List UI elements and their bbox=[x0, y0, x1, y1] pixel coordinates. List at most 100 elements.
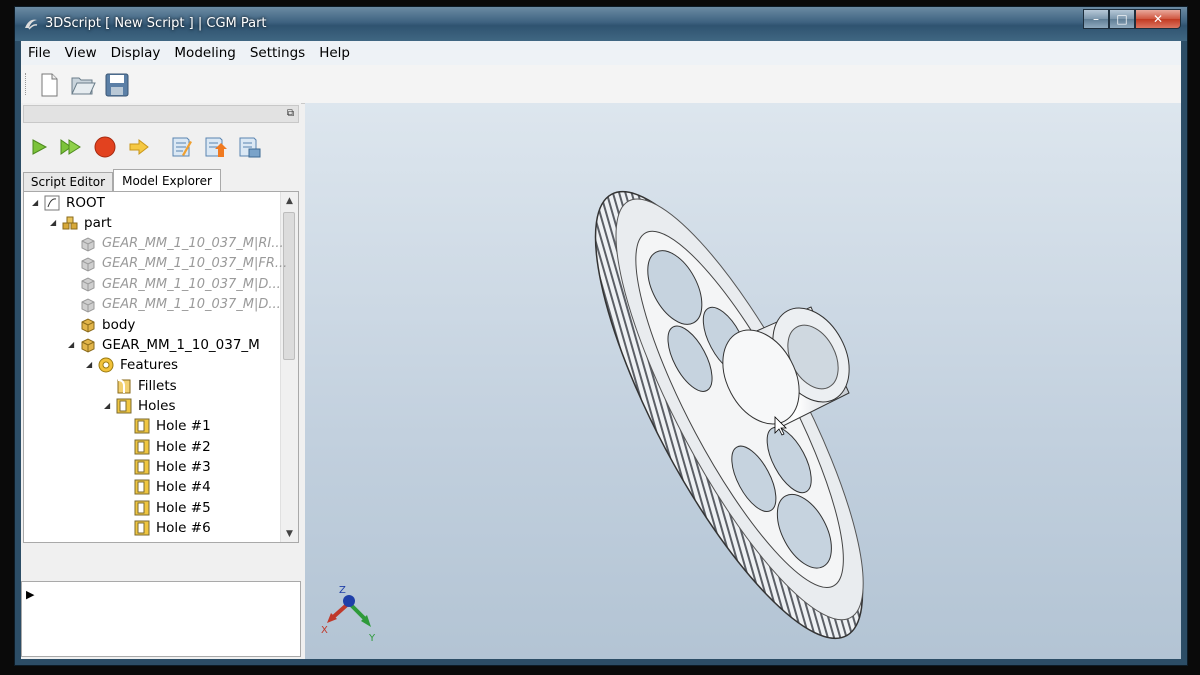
tree-item[interactable]: Hole #4 bbox=[134, 477, 211, 497]
expand-arrow-icon[interactable]: ◢ bbox=[86, 360, 92, 369]
script-toolbar bbox=[21, 129, 301, 165]
tab-model-explorer[interactable]: Model Explorer bbox=[113, 169, 221, 192]
edit-script-icon[interactable] bbox=[167, 133, 195, 161]
tree-item-label: Hole #3 bbox=[156, 458, 211, 475]
menu-help[interactable]: Help bbox=[312, 45, 357, 61]
part-icon bbox=[62, 216, 78, 230]
tree-item-label: Features bbox=[120, 357, 179, 374]
run-step-icon[interactable] bbox=[57, 133, 85, 161]
expand-arrow-icon[interactable]: ◢ bbox=[50, 218, 56, 227]
tree-item[interactable]: part bbox=[62, 213, 112, 233]
tree-item-label: GEAR_MM_1_10_037_M|FR... bbox=[102, 256, 288, 272]
model-explorer-tree: ▲ ▼ ◢ ROOT ◢ part GEAR_MM_1_10_037_M|RI... GE… bbox=[23, 191, 299, 543]
dock-title-bar[interactable]: ⧉ bbox=[23, 105, 299, 123]
new-file-icon[interactable] bbox=[35, 71, 63, 99]
expand-arrow-icon[interactable]: ◢ bbox=[68, 340, 74, 349]
hole-icon bbox=[134, 459, 150, 475]
tree-item-label: Hole #4 bbox=[156, 479, 211, 496]
tree-item-label: GEAR_MM_1_10_037_M|D... bbox=[102, 276, 281, 292]
menu-view[interactable]: View bbox=[58, 45, 104, 61]
body-gray-icon bbox=[81, 297, 95, 313]
title-bar[interactable]: 3DScript [ New Script ] | CGM Part – □ ✕ bbox=[15, 7, 1187, 41]
tree-item[interactable]: Hole #5 bbox=[134, 498, 211, 518]
axis-y-label: Y bbox=[368, 633, 376, 644]
tree-item[interactable]: Hole #6 bbox=[134, 518, 211, 538]
console-prompt-icon: ▶ bbox=[26, 588, 35, 601]
tree-item[interactable]: GEAR_MM_1_10_037_M bbox=[80, 335, 260, 355]
menu-display[interactable]: Display bbox=[104, 45, 168, 61]
menu-modeling[interactable]: Modeling bbox=[167, 45, 242, 61]
tree-item-label: Hole #2 bbox=[156, 438, 211, 455]
minimize-button[interactable]: – bbox=[1083, 9, 1109, 29]
hole-icon bbox=[116, 398, 132, 414]
window-title: 3DScript [ New Script ] | CGM Part bbox=[45, 16, 267, 31]
client-area: File View Display Modeling Settings Help ⧉ bbox=[21, 41, 1181, 659]
scroll-thumb[interactable] bbox=[283, 212, 295, 360]
menu-settings[interactable]: Settings bbox=[243, 45, 312, 61]
tree-item[interactable]: Holes bbox=[116, 396, 176, 416]
next-arrow-icon[interactable] bbox=[125, 133, 153, 161]
maximize-button[interactable]: □ bbox=[1109, 9, 1135, 29]
console-panel[interactable]: ▶ bbox=[21, 581, 301, 657]
run-icon[interactable] bbox=[25, 133, 53, 161]
tree-item-label: ROOT bbox=[66, 195, 105, 211]
scroll-up-icon[interactable]: ▲ bbox=[281, 192, 298, 209]
tree-item-label: Hole #1 bbox=[156, 418, 211, 435]
gear-model[interactable] bbox=[305, 103, 1181, 659]
tree-item[interactable]: Fillets bbox=[116, 376, 177, 396]
tree-item-label: GEAR_MM_1_10_037_M|RI... bbox=[102, 236, 284, 252]
stop-icon[interactable] bbox=[91, 133, 119, 161]
expand-arrow-icon[interactable]: ◢ bbox=[32, 198, 38, 207]
app-logo-icon bbox=[25, 19, 38, 30]
fillet-icon bbox=[117, 378, 131, 394]
menu-file[interactable]: File bbox=[21, 45, 58, 61]
tree-item[interactable]: Hole #1 bbox=[134, 416, 211, 436]
expand-arrow-icon[interactable]: ◢ bbox=[104, 401, 110, 410]
body-gray-icon bbox=[81, 237, 95, 252]
export-script-icon[interactable] bbox=[201, 133, 229, 161]
tree-item-label: body bbox=[102, 316, 136, 333]
tree-item[interactable]: Features bbox=[98, 355, 178, 375]
body-gray-icon bbox=[81, 257, 95, 272]
hole-icon bbox=[134, 500, 150, 515]
tree-item-label: part bbox=[84, 215, 112, 232]
tree-item[interactable]: body bbox=[80, 315, 135, 335]
tree-item[interactable]: ROOT bbox=[44, 193, 105, 213]
main-toolbar bbox=[21, 65, 1181, 104]
tree-item[interactable]: GEAR_MM_1_10_037_M|D... bbox=[80, 295, 281, 315]
tree-item[interactable]: GEAR_MM_1_10_037_M|D... bbox=[80, 274, 281, 294]
menu-bar: File View Display Modeling Settings Help bbox=[21, 41, 1181, 65]
axis-triad-icon: Z X Y bbox=[321, 585, 376, 644]
tree-item-label: Holes bbox=[138, 398, 176, 414]
tree-item[interactable]: Hole #3 bbox=[134, 457, 211, 477]
app-window: 3DScript [ New Script ] | CGM Part – □ ✕… bbox=[14, 6, 1188, 666]
tree-item[interactable]: Hole #2 bbox=[134, 437, 211, 457]
tab-script-editor[interactable]: Script Editor bbox=[23, 172, 113, 192]
root-icon bbox=[44, 195, 60, 211]
tree-item-label: GEAR_MM_1_10_037_M|D... bbox=[102, 297, 281, 312]
3d-viewport[interactable]: Z X Y bbox=[305, 103, 1181, 659]
features-icon bbox=[98, 357, 114, 373]
save-icon[interactable] bbox=[103, 71, 131, 99]
tree-item[interactable]: GEAR_MM_1_10_037_M|RI... bbox=[80, 234, 284, 254]
tree-item-label: Fillets bbox=[138, 377, 177, 394]
body-gray-icon bbox=[81, 277, 95, 292]
hole-icon bbox=[134, 520, 150, 536]
tree-item[interactable]: GEAR_MM_1_10_037_M|FR... bbox=[80, 254, 287, 274]
tree-item-label: Hole #6 bbox=[156, 519, 211, 536]
tree-item-label: Hole #5 bbox=[156, 499, 211, 516]
hole-icon bbox=[134, 479, 150, 495]
script-settings-icon[interactable] bbox=[235, 133, 263, 161]
close-button[interactable]: ✕ bbox=[1135, 9, 1181, 29]
toolbar-grip[interactable] bbox=[25, 73, 29, 95]
open-folder-icon[interactable] bbox=[69, 71, 97, 99]
float-panel-icon[interactable]: ⧉ bbox=[287, 108, 294, 119]
tree-item-label: GEAR_MM_1_10_037_M bbox=[102, 337, 260, 354]
scroll-down-icon[interactable]: ▼ bbox=[281, 525, 298, 542]
panel-tabs: Script Editor Model Explorer bbox=[23, 169, 299, 192]
hole-icon bbox=[134, 418, 150, 434]
axis-z-label: Z bbox=[339, 585, 346, 596]
body-icon bbox=[81, 318, 95, 333]
axis-x-label: X bbox=[321, 625, 328, 636]
hole-icon bbox=[134, 439, 150, 455]
